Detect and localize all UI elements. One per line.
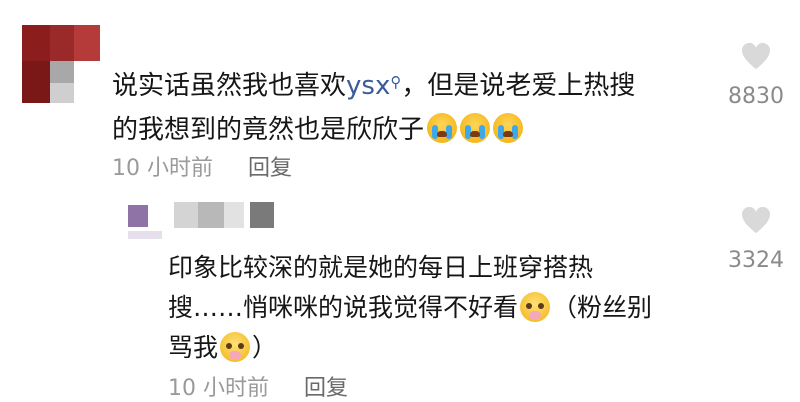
- reply-avatar[interactable]: [128, 205, 162, 239]
- reply-meta: 10 小时前 回复: [168, 370, 348, 402]
- search-icon: ⚲: [390, 73, 402, 91]
- like-button[interactable]: 3324: [724, 206, 788, 273]
- reply-text: 骂我: [168, 333, 219, 362]
- reply-text: 搜……悄咪咪的说我觉得不好看: [168, 293, 519, 322]
- crying-emoji-icon: [493, 113, 524, 143]
- reply-body: 印象比较深的就是她的每日上班穿搭热 搜……悄咪咪的说我觉得不好看 （粉丝别 骂我 ）: [168, 248, 708, 368]
- timestamp: 10 小时前: [112, 156, 213, 181]
- pleading-emoji-icon: [220, 332, 251, 362]
- comment-text: 说实话虽然我也喜欢: [112, 71, 347, 101]
- reply-text: （粉丝别: [552, 293, 653, 322]
- avatar[interactable]: [22, 25, 100, 103]
- mention-link[interactable]: ysx⚲: [346, 71, 401, 101]
- reply-button[interactable]: 回复: [304, 376, 348, 401]
- reply-text: 印象比较深的就是她的每日上班穿搭热: [168, 253, 594, 282]
- like-count: 8830: [728, 84, 784, 109]
- comment-body: 说实话虽然我也喜欢ysx⚲，但是说老爱上热搜 的我想到的竟然也是欣欣子: [112, 64, 712, 152]
- crying-emoji-icon: [427, 113, 458, 143]
- crying-emoji-icon: [460, 113, 491, 143]
- like-button[interactable]: 8830: [724, 42, 788, 109]
- comment-text: ，但是说老爱上热搜: [401, 71, 636, 101]
- comment-meta: 10 小时前 回复: [112, 150, 292, 182]
- reply-button[interactable]: 回复: [248, 156, 292, 181]
- comment-thread: 说实话虽然我也喜欢ysx⚲，但是说老爱上热搜 的我想到的竟然也是欣欣子 10 小…: [0, 0, 800, 402]
- heart-icon: [742, 42, 770, 70]
- reply-username-redacted[interactable]: [174, 202, 284, 230]
- like-count: 3324: [728, 248, 784, 273]
- heart-icon: [742, 206, 770, 234]
- reply-text: ）: [252, 333, 278, 362]
- pleading-emoji-icon: [520, 292, 551, 322]
- comment-text: 的我想到的竟然也是欣欣子: [112, 115, 425, 145]
- timestamp: 10 小时前: [168, 376, 269, 401]
